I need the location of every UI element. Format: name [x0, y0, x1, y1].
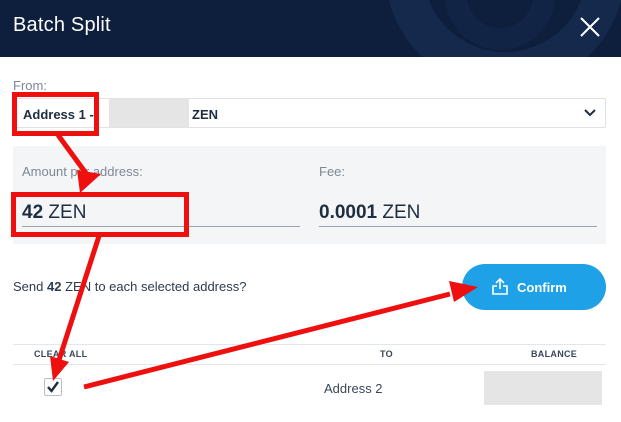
arrow-checkbox-to-confirm — [83, 291, 451, 390]
summary-amount: 42 — [47, 279, 62, 294]
modal-header: Batch Split — [0, 0, 621, 57]
row-checkbox[interactable] — [44, 378, 62, 396]
fee-underline — [319, 226, 597, 227]
clear-all-header[interactable]: CLEAR ALL — [34, 349, 87, 359]
fee-value: 0.0001 — [319, 202, 378, 223]
table-top-divider — [13, 344, 606, 345]
amount-label: Amount per address: — [22, 164, 143, 179]
balance-header: BALANCE — [531, 349, 578, 359]
table-header-divider — [13, 364, 606, 365]
summary-suffix: ZEN to each selected address? — [65, 279, 247, 294]
to-header: TO — [380, 349, 393, 359]
confirm-button[interactable]: Confirm — [462, 264, 606, 310]
from-address-select[interactable]: Address 1 - ZEN — [13, 98, 606, 128]
from-label: From: — [13, 78, 47, 93]
modal-title: Batch Split — [13, 14, 111, 36]
fee-label: Fee: — [319, 164, 346, 179]
row-to-address: Address 2 — [324, 381, 383, 396]
highlight-address-box — [12, 92, 99, 136]
confirm-label: Confirm — [517, 280, 567, 295]
highlight-amount-box — [11, 192, 189, 237]
close-button[interactable] — [578, 15, 602, 39]
upload-icon — [492, 277, 508, 295]
arrow-amount-to-checkbox — [56, 235, 102, 361]
checkmark-icon — [47, 381, 59, 393]
address-redaction — [109, 99, 189, 127]
from-coin-label: ZEN — [192, 107, 218, 122]
summary-prefix: Send — [13, 279, 44, 294]
close-icon — [580, 17, 600, 37]
chevron-down-icon — [584, 109, 596, 117]
fee-unit: ZEN — [382, 202, 421, 223]
fee-input[interactable]: 0.0001 ZEN — [319, 202, 420, 224]
send-summary: Send 42 ZEN to each selected address? — [13, 279, 246, 294]
row-balance-redaction — [484, 371, 602, 405]
